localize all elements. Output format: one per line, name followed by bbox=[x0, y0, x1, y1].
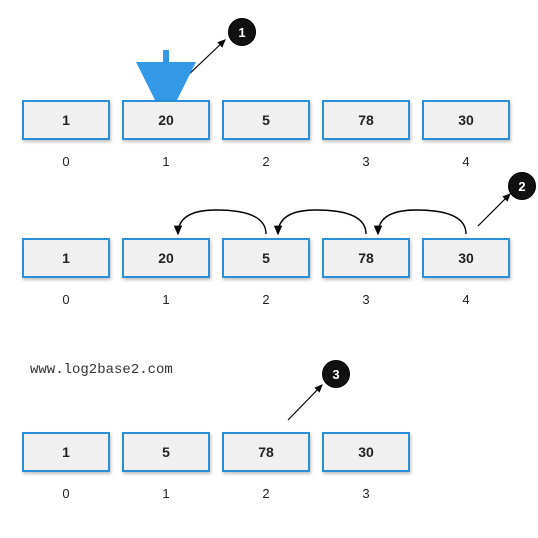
array-index: 1 bbox=[122, 292, 210, 307]
step3-stage: 1 5 78 30 0 1 2 3 bbox=[0, 432, 538, 501]
step3-indices: 0 1 2 3 bbox=[0, 486, 538, 501]
step-badge-1: 1 bbox=[228, 18, 256, 46]
step2-array: 1 20 5 78 30 bbox=[0, 238, 538, 278]
array-index: 2 bbox=[222, 486, 310, 501]
step3-array: 1 5 78 30 bbox=[0, 432, 538, 472]
step2-indices: 0 1 2 3 4 bbox=[0, 292, 538, 307]
array-cell: 30 bbox=[422, 238, 510, 278]
array-index: 4 bbox=[422, 154, 510, 169]
step-badge-2: 2 bbox=[508, 172, 536, 200]
array-cell: 78 bbox=[322, 100, 410, 140]
array-index: 0 bbox=[22, 292, 110, 307]
array-index: 1 bbox=[122, 154, 210, 169]
step1-array: 1 20 5 78 30 bbox=[0, 100, 538, 140]
array-cell: 30 bbox=[322, 432, 410, 472]
array-cell: 20 bbox=[122, 238, 210, 278]
step1-stage: 1 20 5 78 30 0 1 2 3 4 bbox=[0, 100, 538, 169]
array-index: 3 bbox=[322, 486, 410, 501]
array-cell: 5 bbox=[122, 432, 210, 472]
array-cell: 1 bbox=[22, 432, 110, 472]
array-cell: 5 bbox=[222, 100, 310, 140]
array-cell: 30 bbox=[422, 100, 510, 140]
array-cell: 20 bbox=[122, 100, 210, 140]
step1-indices: 0 1 2 3 4 bbox=[0, 154, 538, 169]
array-index: 4 bbox=[422, 292, 510, 307]
step2-stage: 1 20 5 78 30 0 1 2 3 4 bbox=[0, 238, 538, 307]
array-cell: 78 bbox=[322, 238, 410, 278]
array-cell: 1 bbox=[22, 238, 110, 278]
array-index: 2 bbox=[222, 292, 310, 307]
array-index: 0 bbox=[22, 486, 110, 501]
array-index: 1 bbox=[122, 486, 210, 501]
array-cell: 5 bbox=[222, 238, 310, 278]
array-cell: 78 bbox=[222, 432, 310, 472]
array-index: 0 bbox=[22, 154, 110, 169]
array-index: 3 bbox=[322, 154, 410, 169]
watermark-text: www.log2base2.com bbox=[30, 362, 173, 378]
array-index: 3 bbox=[322, 292, 410, 307]
array-index: 2 bbox=[222, 154, 310, 169]
array-cell: 1 bbox=[22, 100, 110, 140]
step-badge-3: 3 bbox=[322, 360, 350, 388]
